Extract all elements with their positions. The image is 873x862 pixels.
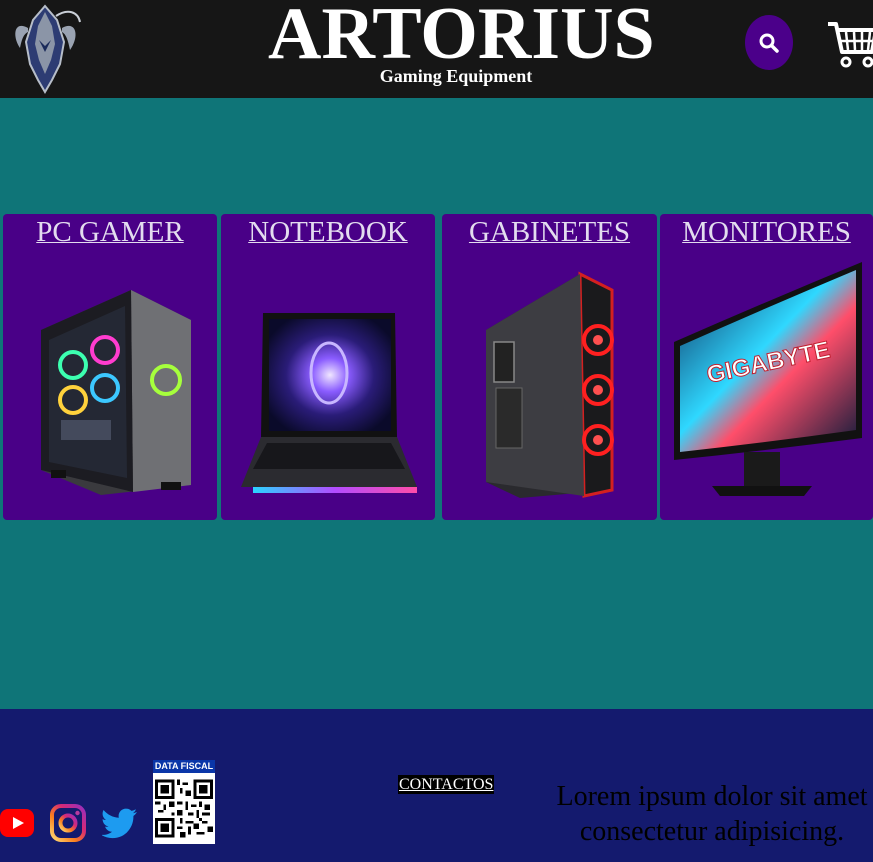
qr-code-icon <box>155 779 213 838</box>
knight-helmet-logo-icon[interactable] <box>8 2 82 94</box>
data-fiscal-qr[interactable]: DATA FISCAL <box>153 760 215 844</box>
youtube-icon[interactable] <box>0 808 36 838</box>
category-link-gabinetes[interactable]: GABINETES <box>442 215 657 249</box>
site-header: ARTORIUS Gaming Equipment <box>0 0 873 98</box>
pc-case-image <box>486 271 614 498</box>
category-card-gabinetes[interactable]: GABINETES <box>442 214 657 520</box>
instagram-icon[interactable] <box>50 803 86 843</box>
category-card-monitores[interactable]: MONITORES GIGABYTE <box>660 214 873 520</box>
twitter-icon[interactable] <box>102 806 138 840</box>
shopping-cart-icon[interactable] <box>826 18 873 70</box>
pc-gamer-tower-image <box>41 290 191 495</box>
brand-title: ARTORIUS <box>268 0 655 75</box>
footer-description: Lorem ipsum dolor sit amet consectetur a… <box>556 781 868 847</box>
gaming-laptop-image <box>241 313 417 493</box>
category-card-notebook[interactable]: NOTEBOOK <box>221 214 435 520</box>
contacts-link[interactable]: CONTACTOS <box>398 775 495 794</box>
search-icon <box>759 33 779 53</box>
category-card-pc-gamer[interactable]: PC GAMER <box>3 214 217 520</box>
search-button[interactable] <box>745 15 793 70</box>
qr-label: DATA FISCAL <box>153 760 215 773</box>
category-link-pc-gamer[interactable]: PC GAMER <box>3 215 217 249</box>
curved-monitor-image: GIGABYTE <box>674 262 862 496</box>
category-link-notebook[interactable]: NOTEBOOK <box>221 215 435 249</box>
brand-subtitle: Gaming Equipment <box>379 66 533 86</box>
category-link-monitores[interactable]: MONITORES <box>660 215 873 249</box>
